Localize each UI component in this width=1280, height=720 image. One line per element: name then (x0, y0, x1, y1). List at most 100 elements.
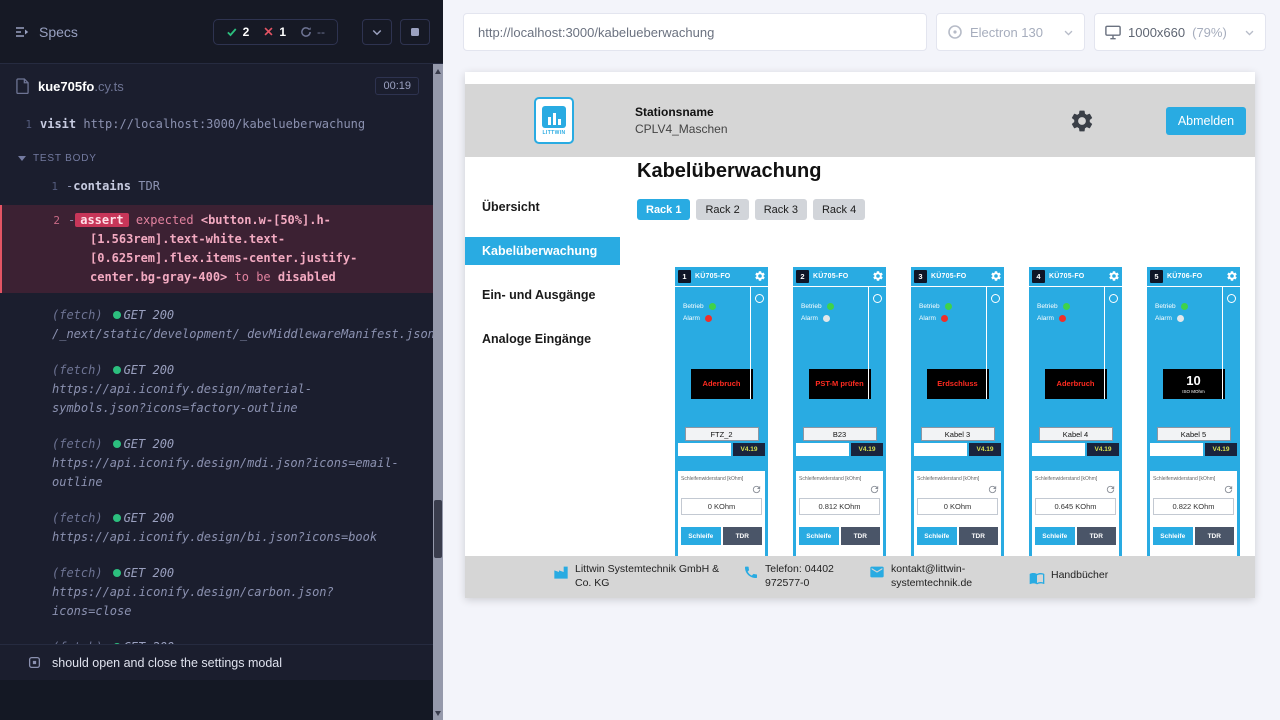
scrollbar-thumb[interactable] (434, 500, 442, 558)
schleife-button[interactable]: Schleife (1153, 527, 1193, 545)
status-ok-dot (113, 311, 121, 319)
fetch-log-row[interactable]: (fetch)GET 200 /_next/static/development… (0, 303, 443, 347)
station-info: Stationsname CPLV4_Maschen (635, 105, 728, 136)
module-gear-icon[interactable] (872, 270, 884, 282)
refresh-icon[interactable] (751, 484, 762, 495)
viewport-icon (1105, 25, 1121, 40)
scroll-down-arrow[interactable] (433, 707, 443, 719)
url-bar[interactable]: http://localhost:3000/kabelueberwachung (463, 13, 927, 51)
command-row-visit[interactable]: 1 visit http://localhost:3000/kabelueber… (0, 112, 443, 137)
sidebar-item-kabelueberwachung[interactable]: Kabelüberwachung (465, 237, 620, 265)
tdr-button[interactable]: TDR (1195, 527, 1235, 545)
refresh-icon[interactable] (1105, 484, 1116, 495)
fetch-log-row[interactable]: (fetch)GET 200 https://api.iconify.desig… (0, 358, 443, 421)
tdr-button[interactable]: TDR (1077, 527, 1117, 545)
electron-icon (947, 24, 963, 40)
firmware-version: V4.19 (733, 443, 765, 456)
chevron-down-icon (371, 26, 383, 38)
next-test-title: should open and close the settings modal (52, 656, 282, 670)
next-test-row[interactable]: should open and close the settings modal (0, 644, 443, 680)
collapse-button[interactable] (362, 19, 392, 45)
spec-list-icon (14, 24, 30, 40)
tab-rack-3[interactable]: Rack 3 (755, 199, 807, 220)
module-number: 4 (1032, 270, 1045, 283)
logout-button[interactable]: Abmelden (1166, 107, 1246, 135)
page-title: Kabelüberwachung (637, 160, 1255, 183)
stat-pending: -- (300, 25, 325, 39)
module-gear-icon[interactable] (1108, 270, 1120, 282)
tdr-button[interactable]: TDR (841, 527, 881, 545)
refresh-icon[interactable] (869, 484, 880, 495)
specs-label: Specs (39, 24, 78, 40)
module-gear-icon[interactable] (990, 270, 1002, 282)
tdr-button[interactable]: TDR (723, 527, 763, 545)
scroll-up-arrow[interactable] (433, 65, 443, 77)
command-log: 1 visit http://localhost:3000/kabelueber… (0, 108, 443, 698)
test-icon (28, 656, 41, 669)
module-number: 2 (796, 270, 809, 283)
module-card-4: 4 KÜ705-FO Betrieb Alarm Aderbruch (1029, 267, 1122, 556)
littwin-logo: LITTWIN (534, 97, 574, 144)
module-gear-icon[interactable] (1226, 270, 1238, 282)
sidebar-item-analoge-eingaenge[interactable]: Analoge Eingänge (465, 325, 620, 353)
viewport-select[interactable]: 1000x660 (79%) (1094, 13, 1266, 51)
module-number: 1 (678, 270, 691, 283)
refresh-icon[interactable] (987, 484, 998, 495)
failed-assert-row[interactable]: 2 -assert expected <button.w-[50%].h-[1.… (0, 205, 443, 293)
specs-menu-button[interactable]: Specs (14, 24, 78, 40)
app-body: Übersicht Kabelüberwachung Ein- und Ausg… (465, 157, 1255, 556)
betrieb-led (1063, 303, 1070, 310)
status-ok-dot (113, 514, 121, 522)
alarm-led (1177, 315, 1184, 322)
alarm-led (705, 315, 712, 322)
stat-failed: 1 (263, 25, 286, 39)
viewport-size: 1000x660 (1128, 25, 1185, 40)
fetch-log-row[interactable]: (fetch)GET 200 https://api.iconify.desig… (0, 506, 443, 550)
fetch-log-row[interactable]: (fetch)GET 200 https://api.iconify.desig… (0, 432, 443, 495)
module-indicator-ring (755, 294, 764, 303)
sidebar-item-ein-und-ausgaenge[interactable]: Ein- und Ausgänge (465, 281, 620, 309)
resistance-value: 0 KOhm (681, 498, 762, 515)
measurement-panel: Schleifenwiderstand [kOhm] 0.812 KOhm Sc… (796, 471, 883, 556)
browser-select[interactable]: Electron 130 (936, 13, 1085, 51)
resistance-value: 0.812 KOhm (799, 498, 880, 515)
command-number: 1 (18, 115, 32, 134)
module-number: 5 (1150, 270, 1163, 283)
refresh-icon[interactable] (1223, 484, 1234, 495)
spec-duration-badge: 00:19 (375, 77, 419, 95)
tab-rack-4[interactable]: Rack 4 (813, 199, 865, 220)
spec-file-row[interactable]: kue705fo.cy.ts 00:19 (0, 64, 443, 108)
betrieb-led (709, 303, 716, 310)
cable-name: Kabel 5 (1157, 427, 1231, 441)
module-model: KÜ705-FO (695, 273, 730, 280)
schleife-button[interactable]: Schleife (799, 527, 839, 545)
firmware-version: V4.19 (1087, 443, 1119, 456)
cable-name-input (796, 443, 849, 456)
schleife-button[interactable]: Schleife (681, 527, 721, 545)
command-row-contains[interactable]: 1 -contains TDR (0, 174, 443, 199)
footer-email[interactable]: kontakt@littwin-systemtechnik.de (869, 563, 1005, 590)
schleife-button[interactable]: Schleife (917, 527, 957, 545)
alarm-led (823, 315, 830, 322)
status-ok-dot (113, 440, 121, 448)
module-gear-icon[interactable] (754, 270, 766, 282)
schleife-button[interactable]: Schleife (1035, 527, 1075, 545)
measurement-panel: Schleifenwiderstand [kOhm] 0.645 KOhm Sc… (1032, 471, 1119, 556)
footer-manuals-link[interactable]: Handbücher (1029, 569, 1108, 586)
cross-icon (263, 26, 274, 37)
rack-tabs: Rack 1 Rack 2 Rack 3 Rack 4 (637, 199, 1255, 220)
command-arg: TDR (138, 179, 160, 193)
command-arg: http://localhost:3000/kabelueberwachung (83, 117, 365, 131)
fetch-log-row[interactable]: (fetch)GET 200 https://api.iconify.desig… (0, 561, 443, 624)
stop-button[interactable] (400, 19, 430, 45)
sidebar-item-uebersicht[interactable]: Übersicht (465, 193, 620, 221)
tab-rack-2[interactable]: Rack 2 (696, 199, 748, 220)
status-display: PST-M prüfen (809, 369, 871, 399)
reporter-footer (0, 680, 443, 720)
tab-rack-1[interactable]: Rack 1 (637, 199, 690, 220)
stat-passed: 2 (226, 25, 250, 39)
tdr-button[interactable]: TDR (959, 527, 999, 545)
reporter-scrollbar[interactable] (433, 64, 443, 720)
settings-gear-icon[interactable] (1069, 108, 1095, 134)
test-body-section-header[interactable]: TEST BODY (0, 139, 443, 174)
